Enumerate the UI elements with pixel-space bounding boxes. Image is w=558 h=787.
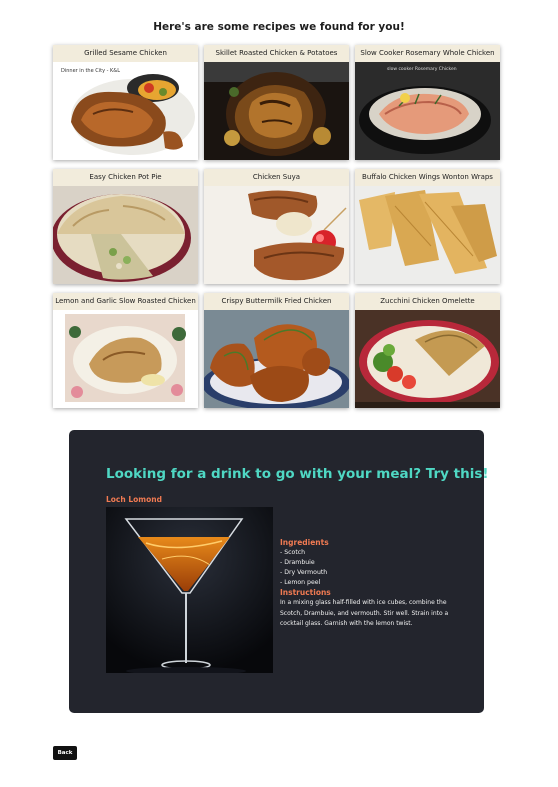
recipe-card-chicken-suya[interactable]: Chicken Suya (204, 169, 349, 284)
ingredient-item: - Dry Vermouth (280, 569, 328, 576)
instructions-label: Instructions (280, 588, 331, 597)
lemon-garlic-chicken-image[interactable] (53, 310, 198, 408)
recipe-title: Lemon and Garlic Slow Roasted Chicken (53, 293, 198, 310)
recipe-card-wonton-wraps[interactable]: Buffalo Chicken Wings Wonton Wraps (355, 169, 500, 284)
back-button[interactable]: Back (53, 746, 77, 760)
recipe-grid: Grilled Sesame Chicken Dinner in the Cit… (53, 45, 500, 408)
wonton-wraps-image[interactable] (355, 186, 500, 284)
ingredients-label: Ingredients (280, 538, 329, 547)
watermark: Dinner in the City - K&L (61, 68, 120, 74)
recipe-title: Buffalo Chicken Wings Wonton Wraps (355, 169, 500, 186)
recipe-card-buttermilk-fried-chicken[interactable]: Crispy Buttermilk Fried Chicken (204, 293, 349, 408)
fried-chicken-image[interactable] (204, 310, 349, 408)
slow-cooker-chicken-image[interactable]: slow cooker Rosemary Chicken (355, 62, 500, 160)
drink-heading: Looking for a drink to go with your meal… (106, 466, 489, 482)
recipe-title: Grilled Sesame Chicken (53, 45, 198, 62)
drink-suggestion-panel: Looking for a drink to go with your meal… (69, 430, 489, 713)
drink-recipe-info: Ingredients - Scotch - Drambuie - Dry Ve… (280, 538, 455, 630)
recipe-title: Skillet Roasted Chicken & Potatoes (204, 45, 349, 62)
drink-name: Loch Lomond (106, 495, 162, 504)
omelette-image[interactable] (355, 310, 500, 408)
recipe-card-slow-cooker-chicken[interactable]: Slow Cooker Rosemary Whole Chicken slow … (355, 45, 500, 160)
recipe-card-lemon-garlic-chicken[interactable]: Lemon and Garlic Slow Roasted Chicken (53, 293, 198, 408)
watermark: slow cooker Rosemary Chicken (387, 66, 457, 72)
instructions-text: In a mixing glass half-filled with ice c… (280, 599, 449, 627)
recipe-card-skillet-roasted-chicken[interactable]: Skillet Roasted Chicken & Potatoes (204, 45, 349, 160)
recipe-title: Crispy Buttermilk Fried Chicken (204, 293, 349, 310)
recipe-title: Easy Chicken Pot Pie (53, 169, 198, 186)
recipe-title: Zucchini Chicken Omelette (355, 293, 500, 310)
ingredient-item: - Drambuie (280, 559, 315, 566)
results-heading: Here's are some recipes we found for you… (153, 21, 405, 33)
recipe-card-chicken-pot-pie[interactable]: Easy Chicken Pot Pie (53, 169, 198, 284)
recipe-card-zucchini-omelette[interactable]: Zucchini Chicken Omelette (355, 293, 500, 408)
pot-pie-image[interactable] (53, 186, 198, 284)
recipe-title: Slow Cooker Rosemary Whole Chicken (355, 45, 500, 62)
grilled-chicken-plate-image[interactable]: Dinner in the City - K&L (53, 62, 198, 160)
chicken-suya-image[interactable] (204, 186, 349, 284)
roasted-whole-chicken-image[interactable] (204, 62, 349, 160)
martini-glass-image (106, 507, 273, 673)
recipe-title: Chicken Suya (204, 169, 349, 186)
recipe-card-grilled-sesame-chicken[interactable]: Grilled Sesame Chicken Dinner in the Cit… (53, 45, 198, 160)
ingredient-item: - Scotch (280, 549, 306, 556)
ingredient-item: - Lemon peel (280, 579, 321, 586)
